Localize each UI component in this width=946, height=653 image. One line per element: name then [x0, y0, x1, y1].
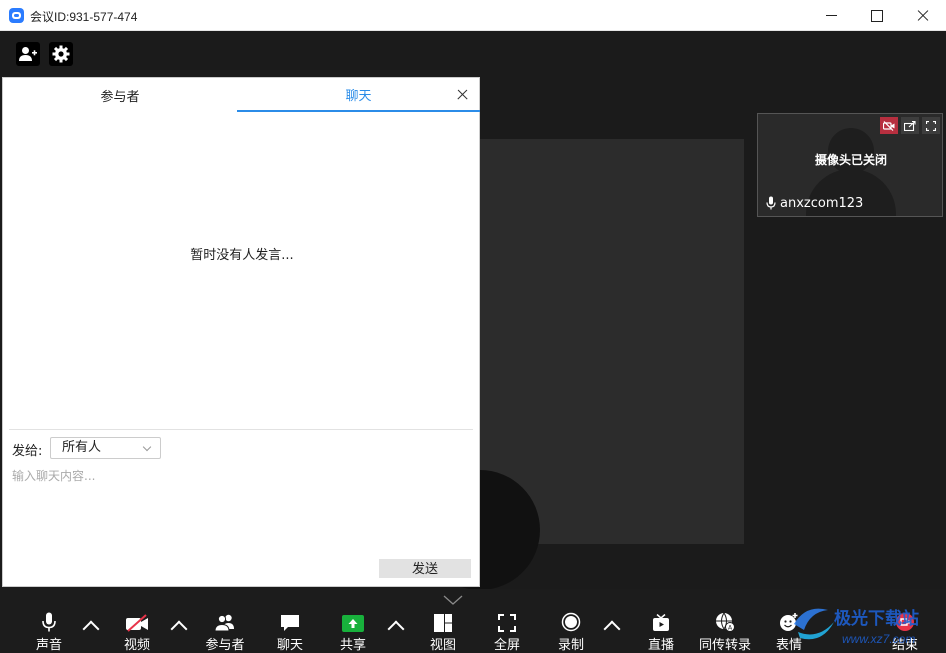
microphone-icon [766, 196, 776, 210]
popout-icon[interactable] [901, 117, 919, 134]
view-label: 视图 [429, 638, 456, 653]
live-label: 直播 [647, 638, 674, 653]
video-button[interactable]: 视频 [116, 589, 158, 653]
close-chat-button[interactable] [456, 88, 470, 102]
layout-icon [434, 614, 452, 632]
share-label: 共享 [339, 638, 366, 653]
share-button[interactable]: 共享 [333, 589, 373, 653]
live-stream-icon [653, 614, 669, 631]
chat-bubble-icon [281, 615, 299, 631]
chat-button[interactable]: 聊天 [270, 589, 310, 653]
send-to-label: 发给: [12, 444, 43, 459]
camera-off-icon[interactable] [880, 117, 898, 134]
interpret-label: 同传转录 [698, 638, 751, 653]
participants-button[interactable]: 参与者 [200, 589, 250, 653]
gear-icon [52, 45, 70, 63]
video-off-icon [126, 614, 148, 632]
fullscreen-label: 全屏 [493, 638, 520, 653]
window-title: 会议ID:931-577-474 [30, 10, 138, 24]
view-button[interactable]: 视图 [422, 589, 464, 653]
translate-globe-icon: A [716, 612, 735, 632]
add-user-icon [19, 47, 37, 61]
maximize-button[interactable] [854, 0, 900, 31]
participant-name-tag: anxzcom123 [758, 190, 942, 216]
minimize-button[interactable] [808, 0, 854, 31]
app-logo-icon [9, 8, 24, 23]
tab-chat[interactable]: 聊天 [237, 78, 480, 112]
participants-label: 参与者 [205, 638, 245, 653]
participant-name: anxzcom123 [780, 195, 864, 211]
record-label: 录制 [557, 638, 584, 653]
video-options-caret[interactable] [170, 620, 188, 638]
tab-participants[interactable]: 参与者 [3, 78, 237, 112]
audio-label: 声音 [35, 638, 62, 653]
watermark-url: www.xz7.com [842, 632, 915, 646]
share-screen-icon [342, 615, 364, 632]
invite-user-button[interactable] [16, 42, 40, 66]
chat-label: 聊天 [276, 638, 303, 653]
microphone-icon [42, 612, 56, 632]
video-label: 视频 [123, 638, 150, 653]
audio-options-caret[interactable] [82, 620, 100, 638]
chevron-down-icon [142, 442, 152, 452]
chat-panel: 参与者 聊天 暂时没有人发言... 发给: 所有人 发送 [2, 77, 480, 587]
watermark: 极光下载站 www.xz7.com [788, 596, 944, 651]
self-video-tile[interactable]: 摄像头已关闭 anxzcom123 [757, 113, 943, 217]
empty-chat-message: 暂时没有人发言... [190, 248, 294, 263]
recipient-select[interactable]: 所有人 [50, 437, 161, 459]
participants-icon [214, 614, 234, 632]
close-window-button[interactable] [900, 0, 946, 31]
title-bar: 会议ID:931-577-474 [0, 0, 946, 31]
fullscreen-icon [498, 614, 516, 632]
record-button[interactable]: 录制 [550, 589, 592, 653]
fullscreen-icon[interactable] [922, 117, 940, 134]
chat-input[interactable] [12, 467, 470, 547]
share-options-caret[interactable] [387, 620, 405, 638]
audio-button[interactable]: 声音 [28, 589, 70, 653]
interpret-button[interactable]: A 同传转录 [694, 589, 756, 653]
record-options-caret[interactable] [603, 620, 621, 638]
recipient-value: 所有人 [62, 440, 102, 455]
live-button[interactable]: 直播 [640, 589, 682, 653]
camera-off-status: 摄像头已关闭 [814, 153, 887, 167]
settings-button[interactable] [49, 42, 73, 66]
record-icon [561, 612, 581, 632]
send-button[interactable]: 发送 [379, 559, 471, 578]
fullscreen-button[interactable]: 全屏 [486, 589, 528, 653]
watermark-title: 极光下载站 [834, 608, 919, 629]
divider [9, 429, 473, 430]
